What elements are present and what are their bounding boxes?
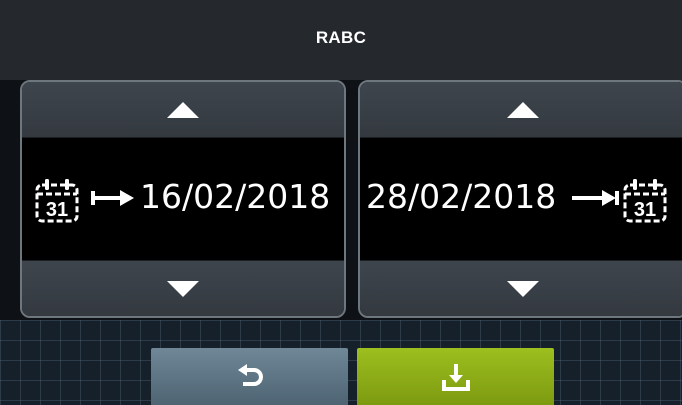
back-button[interactable]	[151, 348, 348, 405]
calendar-start-icon: 31	[35, 179, 79, 223]
start-arrow-icon	[91, 190, 134, 206]
page-title: RABC	[315, 28, 367, 47]
save-button[interactable]	[357, 348, 554, 405]
end-date-up-button[interactable]	[360, 82, 682, 138]
start-date-panel: 31 16/02/2018	[20, 80, 346, 318]
calendar-end-icon: 31	[623, 179, 667, 223]
triangle-up-icon	[167, 101, 199, 118]
start-date-value: 16/02/2018	[140, 177, 331, 216]
triangle-down-icon	[167, 280, 199, 297]
end-arrow-icon	[572, 190, 619, 206]
end-date-value: 28/02/2018	[366, 177, 557, 216]
calendar-day-label: 31	[46, 199, 68, 221]
download-save-icon	[441, 363, 470, 391]
end-date-down-button[interactable]	[360, 260, 682, 316]
end-date-panel: 28/02/2018 31	[358, 80, 682, 318]
calendar-day-label: 31	[634, 199, 656, 221]
start-date-up-button[interactable]	[22, 82, 344, 138]
start-date-down-button[interactable]	[22, 260, 344, 316]
undo-arrow-icon	[237, 363, 263, 386]
triangle-down-icon	[507, 280, 539, 297]
triangle-up-icon	[507, 101, 539, 118]
